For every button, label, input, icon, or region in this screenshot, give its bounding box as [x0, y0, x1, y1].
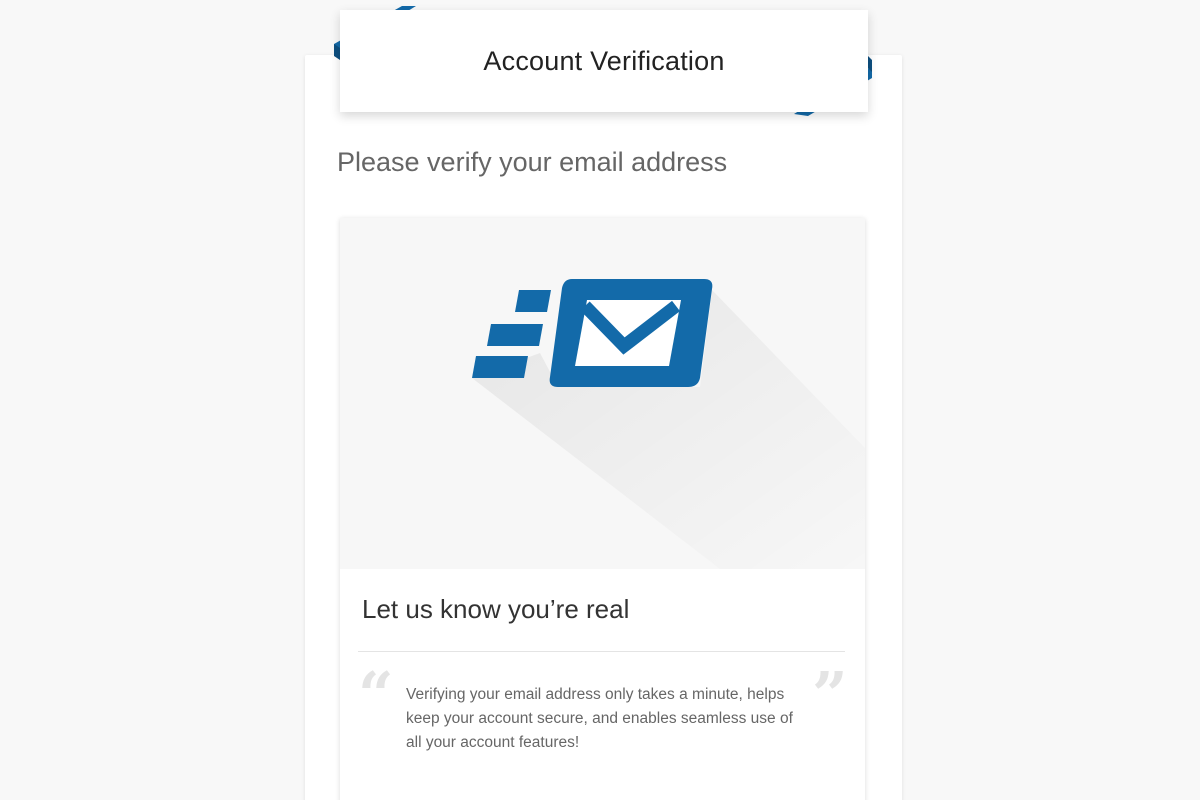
email-send-icon: [472, 279, 865, 569]
card-title: Let us know you’re real: [362, 594, 630, 624]
divider: [358, 651, 845, 652]
header-banner: Account Verification: [340, 10, 868, 112]
open-quote-icon: “: [358, 658, 394, 731]
verification-message: Verifying your email address only takes …: [406, 686, 793, 751]
verify-email-heading: Please verify your email address: [337, 147, 728, 177]
verification-page: Account Verification Please verify your …: [0, 0, 1200, 800]
email-illustration: [340, 218, 865, 569]
close-quote-icon: ”: [812, 658, 848, 731]
page-title: Account Verification: [483, 45, 725, 76]
verification-card: Let us know you’re real “ Verifying your…: [340, 218, 865, 800]
